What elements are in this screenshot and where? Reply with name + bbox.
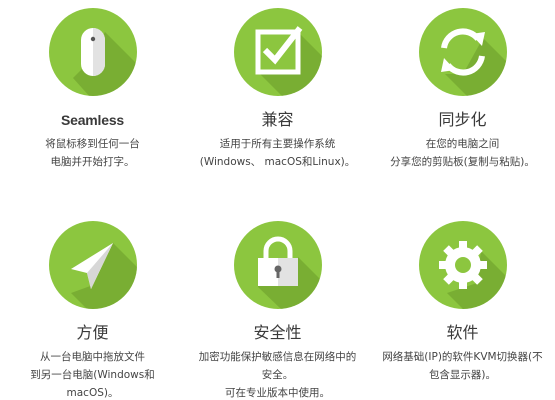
feature-description: 从一台电脑中拖放文件 到另一台电脑(Windows和 macOS)。 [0, 348, 185, 400]
description-line: (Windows、 macOS和Linux)。 [199, 156, 356, 168]
description-line: 从一台电脑中拖放文件 [40, 351, 145, 363]
description-line: 适用于所有主要操作系统 [219, 138, 336, 150]
padlock-icon [233, 221, 322, 309]
feature-description: 网络基础(IP)的软件KVM切换器(不 包含显示器)。 [370, 348, 555, 384]
description-line: 加密功能保护敏感信息在网络中的 [198, 351, 357, 363]
description-line: macOS)。 [66, 387, 119, 399]
description-line: 到另一台电脑(Windows和 [30, 369, 155, 381]
mouse-icon [48, 8, 137, 96]
feature-title: Seamless [60, 112, 124, 128]
cursor-arrow-icon [48, 221, 137, 309]
feature-title: 安全性 [253, 323, 302, 342]
description-line: 电脑并开始打字。 [50, 156, 135, 168]
feature-title: 软件 [446, 323, 479, 342]
feature-description: 加密功能保护敏感信息在网络中的 安全。 可在专业版本中使用。 [185, 348, 370, 400]
feature-title: 同步化 [438, 110, 487, 129]
feature-title: 方便 [76, 323, 109, 342]
description-line: 在您的电脑之间 [425, 138, 500, 150]
description-line: 包含显示器)。 [428, 369, 497, 381]
description-line: 网络基础(IP)的软件KVM切换器(不 [382, 351, 543, 363]
feature-description: 将鼠标移到任何一台 电脑并开始打字。 [0, 135, 185, 171]
features-grid: Seamless 将鼠标移到任何一台 电脑并开始打字。 兼容 适用于所有主要操作… [0, 0, 555, 400]
checkbox-icon [233, 8, 322, 96]
description-line: 可在专业版本中使用。 [225, 387, 330, 399]
sync-icon [418, 8, 507, 96]
gear-icon [418, 221, 507, 309]
feature-description: 适用于所有主要操作系统 (Windows、 macOS和Linux)。 [185, 135, 370, 171]
description-line: 安全。 [261, 369, 294, 381]
feature-description: 在您的电脑之间 分享您的剪贴板(复制与粘贴)。 [370, 135, 555, 171]
feature-title: 兼容 [261, 110, 294, 129]
description-line: 将鼠标移到任何一台 [45, 138, 140, 150]
description-line: 分享您的剪贴板(复制与粘贴)。 [390, 156, 535, 168]
